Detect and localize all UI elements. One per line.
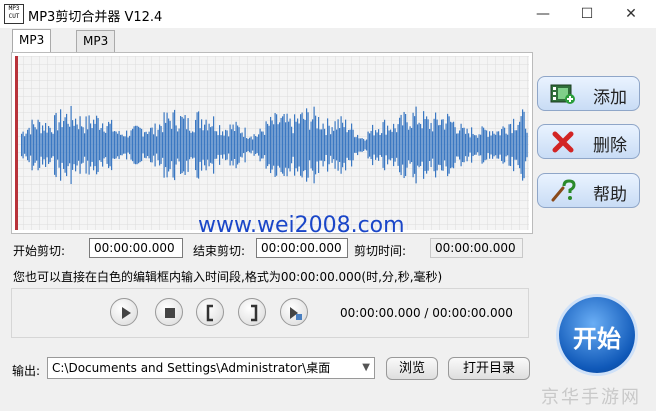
play-selection-icon	[290, 307, 302, 320]
mark-end-icon	[251, 304, 258, 322]
add-button-label: 添加	[593, 88, 627, 108]
playback-time: 00:00:00.000 / 00:00:00.000	[340, 306, 513, 320]
play-icon	[122, 307, 131, 319]
app-icon: MP3 CUT	[4, 4, 24, 24]
cut-duration-value: 00:00:00.000	[430, 238, 523, 258]
help-icon	[551, 179, 576, 202]
close-button[interactable]: ✕	[616, 4, 646, 24]
start-cut-label: 开始剪切:	[13, 244, 66, 258]
start-cut-input[interactable]: 00:00:00.000	[89, 238, 183, 258]
chevron-down-icon[interactable]: ▼	[362, 358, 370, 378]
stop-button[interactable]	[155, 298, 183, 326]
title-bar: MP3 CUT MP3剪切合并器 V12.4 — ☐ ✕	[0, 0, 656, 28]
open-directory-button[interactable]: 打开目录	[448, 357, 530, 380]
maximize-button[interactable]: ☐	[572, 4, 602, 24]
window-title: MP3剪切合并器 V12.4	[28, 10, 163, 25]
minimize-button[interactable]: —	[528, 4, 558, 24]
waveform-display[interactable]	[15, 56, 529, 230]
output-path-select[interactable]: C:\Documents and Settings\Administrator\…	[47, 357, 375, 379]
end-cut-input[interactable]: 00:00:00.000	[256, 238, 348, 258]
waveform-panel[interactable]	[11, 52, 533, 234]
end-cut-label: 结束剪切:	[193, 244, 246, 258]
mark-start-button[interactable]	[196, 298, 224, 326]
output-label: 输出:	[12, 364, 41, 378]
play-selection-button[interactable]	[280, 298, 308, 326]
output-path-value: C:\Documents and Settings\Administrator\…	[52, 361, 331, 375]
site-watermark: www.wei2008.com	[198, 213, 405, 238]
delete-button[interactable]: 删除	[537, 124, 640, 159]
start-button[interactable]: 开始	[559, 297, 635, 373]
delete-button-label: 删除	[593, 136, 627, 156]
tab-mp3-merge[interactable]: MP3合并	[76, 30, 116, 69]
help-button-label: 帮助	[593, 185, 627, 205]
help-button[interactable]: 帮助	[537, 173, 640, 208]
delete-x-icon	[552, 131, 574, 153]
format-hint: 您也可以直接在白色的编辑框内输入时间段,格式为00:00:00.000(时,分,…	[13, 270, 443, 284]
cut-duration-label: 剪切时间:	[354, 244, 407, 258]
browse-button[interactable]: 浏览	[386, 357, 438, 380]
playhead-cursor	[15, 56, 18, 230]
add-button[interactable]: 添加	[537, 76, 640, 111]
stop-icon	[165, 308, 175, 318]
start-button-label: 开始	[573, 325, 621, 353]
mark-start-icon	[206, 304, 213, 322]
mark-end-button[interactable]	[238, 298, 266, 326]
film-add-icon	[550, 84, 575, 104]
tab-mp3-cut[interactable]: MP3剪切	[12, 29, 52, 68]
play-button[interactable]	[110, 298, 138, 326]
corner-watermark: 京华手游网	[541, 387, 641, 408]
